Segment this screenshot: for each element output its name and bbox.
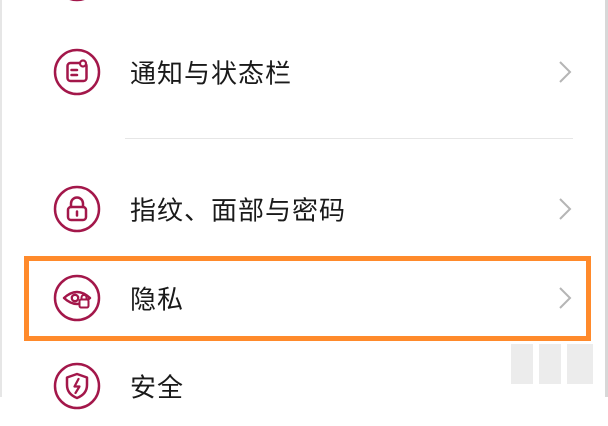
settings-row-label: 隐私 [130, 285, 185, 316]
chevron-right-icon [556, 59, 574, 85]
settings-row-label: 安全 [130, 373, 185, 404]
settings-row-partial[interactable] [0, 0, 608, 8]
settings-row-security[interactable]: 安全 [0, 346, 608, 426]
chevron-right-icon [556, 196, 574, 222]
chevron-right-icon [556, 285, 574, 311]
settings-row-label: 指纹、面部与密码 [130, 196, 347, 227]
settings-row-label: 通知与状态栏 [130, 59, 293, 90]
security-shield-icon [53, 362, 101, 410]
notification-bar-icon [53, 48, 101, 96]
settings-row-privacy[interactable]: 隐私 [0, 258, 608, 338]
partial-item-icon [69, 0, 85, 2]
settings-row-fingerprint-face-password[interactable]: 指纹、面部与密码 [0, 169, 608, 249]
lock-icon [53, 185, 101, 233]
section-divider [125, 138, 573, 139]
privacy-eye-icon [53, 274, 101, 322]
settings-row-notifications[interactable]: 通知与状态栏 [0, 32, 608, 112]
